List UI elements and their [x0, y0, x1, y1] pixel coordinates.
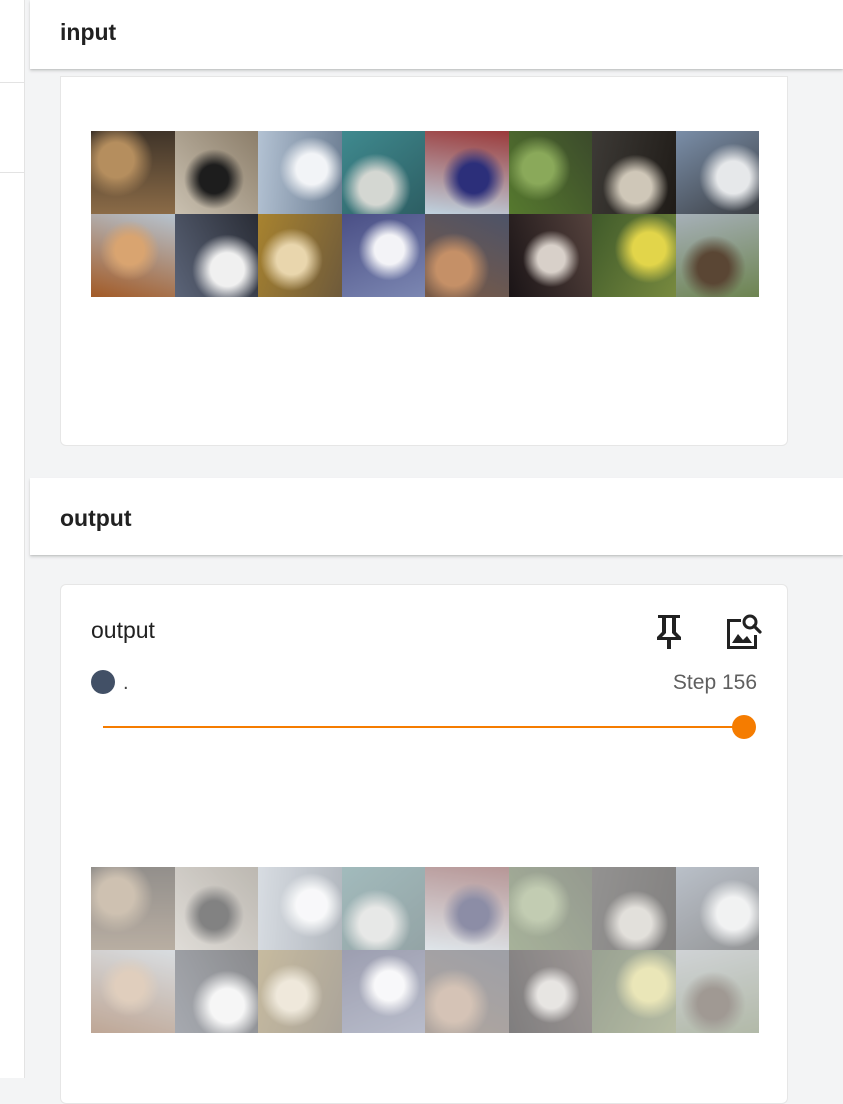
step-slider-thumb[interactable] — [732, 715, 756, 739]
sidebar-divider — [0, 172, 24, 173]
step-label: Step 156 — [672, 671, 757, 694]
image-tile-dog — [174, 867, 258, 950]
image-tile-ship — [425, 131, 509, 214]
image-tile-cat — [258, 950, 342, 1033]
image-tile-car — [592, 214, 676, 297]
section-header-input[interactable]: input — [30, 0, 843, 69]
image-tile-cat — [258, 214, 342, 297]
image-card-output: output . Step 156 — [60, 584, 788, 1104]
card-title: output — [91, 617, 155, 643]
image-tile-boat — [258, 867, 342, 950]
run-color-dot — [91, 670, 115, 694]
image-grid-input[interactable] — [91, 131, 759, 297]
section-header-output[interactable]: output — [30, 478, 843, 555]
image-tile-horse-rider — [91, 867, 175, 950]
image-tile-dog — [425, 214, 509, 297]
image-tile-horse-head — [592, 131, 676, 214]
image-tile-horse — [675, 214, 759, 297]
image-card-input — [60, 76, 788, 446]
image-tile-dog — [174, 950, 258, 1033]
image-tile-airplane — [675, 131, 759, 214]
image-tile-airplane — [675, 867, 759, 950]
image-tile-dog — [425, 950, 509, 1033]
run-name: . — [123, 672, 129, 694]
image-tile-horse-head — [592, 867, 676, 950]
image-tile-cat — [91, 214, 175, 297]
step-slider-track[interactable] — [103, 726, 743, 728]
image-tile-ostrich — [508, 867, 592, 950]
image-tile-cat — [91, 950, 175, 1033]
image-tile-ship — [425, 867, 509, 950]
image-tile-ostrich — [508, 131, 592, 214]
section-title: input — [60, 19, 117, 45]
image-grid-output[interactable] — [91, 867, 759, 1033]
left-sidebar — [0, 0, 25, 1078]
section-title: output — [60, 505, 132, 531]
image-search-icon[interactable] — [723, 611, 763, 651]
image-tile-dog — [508, 214, 592, 297]
image-tile-bird — [341, 214, 425, 297]
sidebar-divider — [0, 82, 24, 83]
image-tile-horse-rider — [91, 131, 175, 214]
image-tile-dog — [174, 214, 258, 297]
image-tile-dog — [508, 950, 592, 1033]
image-tile-car — [592, 950, 676, 1033]
image-tile-airplane — [341, 867, 425, 950]
image-tile-bird — [341, 950, 425, 1033]
image-tile-dog — [174, 131, 258, 214]
image-tile-horse — [675, 950, 759, 1033]
image-tile-boat — [258, 131, 342, 214]
image-tile-airplane — [341, 131, 425, 214]
pin-icon[interactable] — [650, 611, 690, 651]
